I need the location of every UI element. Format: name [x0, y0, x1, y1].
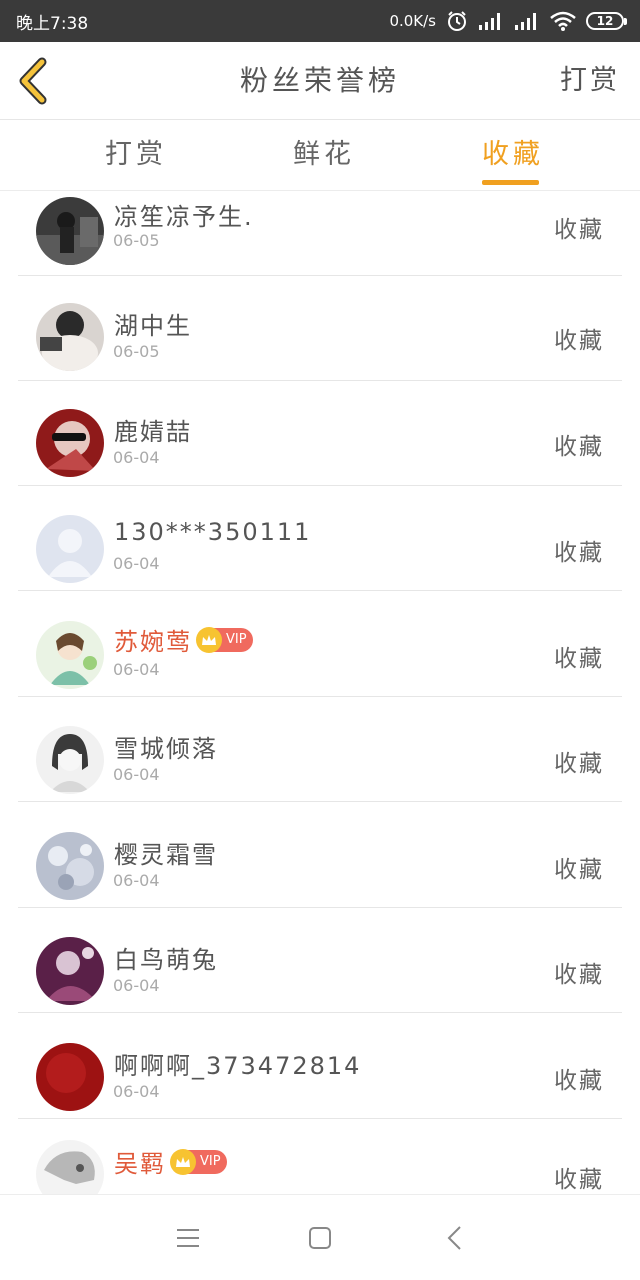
favorite-label: 收藏 — [554, 540, 604, 566]
user-name: 湖中生 — [114, 312, 192, 340]
favorite-label: 收藏 — [554, 328, 604, 354]
fan-list[interactable]: 凉笙凉予生. 06-05 收藏 湖中生 06-05 收藏 鹿婧喆 06-04 收… — [18, 191, 622, 1194]
tab-reward[interactable]: 打赏 — [105, 120, 167, 190]
date: 06-04 — [113, 1082, 160, 1101]
page-title: 粉丝荣誉榜 — [239, 64, 400, 97]
user-name: 啊啊啊_373472814 — [114, 1052, 362, 1080]
network-speed: 0.0K/s — [389, 12, 436, 30]
list-item[interactable]: 雪城倾落 06-04 收藏 — [18, 697, 622, 802]
list-item[interactable]: 樱灵霜雪 06-04 收藏 — [18, 803, 622, 908]
avatar — [36, 937, 104, 1005]
vip-user-name: 吴羁 — [114, 1150, 166, 1178]
favorite-label: 收藏 — [554, 217, 604, 243]
list-item[interactable]: 啊啊啊_373472814 06-04 收藏 — [18, 1014, 622, 1119]
list-item[interactable]: 130***350111 06-04 收藏 — [18, 486, 622, 591]
list-item[interactable]: 白鸟萌兔 06-04 收藏 — [18, 908, 622, 1013]
status-icons: 0.0K/s 12 — [389, 10, 627, 32]
home-square-icon — [309, 1227, 331, 1249]
battery-level: 12 — [596, 14, 614, 28]
list-item[interactable]: 凉笙凉予生. 06-05 收藏 — [18, 191, 622, 276]
reward-button[interactable]: 打赏 — [560, 42, 620, 120]
favorite-label: 收藏 — [554, 1068, 604, 1094]
wifi-icon — [550, 11, 576, 31]
signal-icon — [515, 13, 536, 30]
date: 06-04 — [113, 660, 160, 679]
menu-button[interactable] — [173, 1223, 203, 1253]
user-name: 130***350111 — [114, 518, 312, 546]
user-name: 鹿婧喆 — [114, 418, 192, 446]
user-name: 苏婉莺 VIP — [114, 622, 253, 657]
active-tab-indicator — [482, 180, 539, 185]
back-triangle-icon — [447, 1226, 461, 1250]
vip-user-name: 苏婉莺 — [114, 628, 192, 656]
status-time: 晚上7:38 — [16, 13, 89, 34]
favorite-label: 收藏 — [554, 857, 604, 883]
default-avatar-icon — [36, 515, 104, 583]
status-bar: 晚上7:38 0.0K/s 12 — [0, 0, 640, 42]
battery-icon: 12 — [586, 12, 627, 30]
avatar — [36, 303, 104, 371]
home-button[interactable] — [305, 1223, 335, 1253]
user-name: 白鸟萌兔 — [114, 946, 218, 974]
avatar — [36, 1043, 104, 1111]
favorite-label: 收藏 — [554, 434, 604, 460]
avatar — [36, 409, 104, 477]
vip-badge-label: VIP — [200, 1154, 221, 1169]
alarm-icon — [448, 11, 466, 31]
date: 06-04 — [113, 976, 160, 995]
date: 06-04 — [113, 765, 160, 784]
menu-icon — [177, 1229, 199, 1247]
avatar — [36, 197, 104, 265]
favorite-label: 收藏 — [554, 646, 604, 672]
favorite-label: 收藏 — [554, 1167, 604, 1193]
date: 06-04 — [113, 554, 160, 573]
list-item[interactable]: 湖中生 06-05 收藏 — [18, 276, 622, 381]
tab-bar: 打赏 鲜花 收藏 — [0, 120, 640, 191]
vip-badge: VIP — [170, 1148, 227, 1175]
avatar — [36, 621, 104, 689]
tab-flowers[interactable]: 鲜花 — [293, 120, 355, 190]
crown-icon — [170, 1148, 196, 1175]
list-item[interactable]: 吴羁 VIP 收藏 — [18, 1120, 622, 1194]
header: 粉丝荣誉榜 打赏 — [0, 42, 640, 120]
signal-icon — [479, 13, 500, 30]
user-name: 樱灵霜雪 — [114, 841, 218, 869]
date: 06-05 — [113, 231, 160, 250]
user-name: 雪城倾落 — [114, 735, 218, 763]
avatar — [36, 832, 104, 900]
crown-icon — [196, 626, 222, 653]
vip-badge-label: VIP — [226, 632, 247, 647]
list-item[interactable]: 鹿婧喆 06-04 收藏 — [18, 381, 622, 486]
favorite-label: 收藏 — [554, 751, 604, 777]
back-nav-button[interactable] — [440, 1223, 470, 1253]
favorite-label: 收藏 — [554, 962, 604, 988]
date: 06-05 — [113, 342, 160, 361]
avatar — [36, 726, 104, 794]
user-name: 凉笙凉予生. — [114, 203, 254, 231]
system-nav-bar — [0, 1194, 640, 1280]
user-name: 吴羁 VIP — [114, 1144, 227, 1179]
avatar — [36, 1140, 104, 1194]
date: 06-04 — [113, 448, 160, 467]
date: 06-04 — [113, 871, 160, 890]
list-item[interactable]: 苏婉莺 VIP 06-04 收藏 — [18, 592, 622, 697]
vip-badge: VIP — [196, 626, 253, 653]
